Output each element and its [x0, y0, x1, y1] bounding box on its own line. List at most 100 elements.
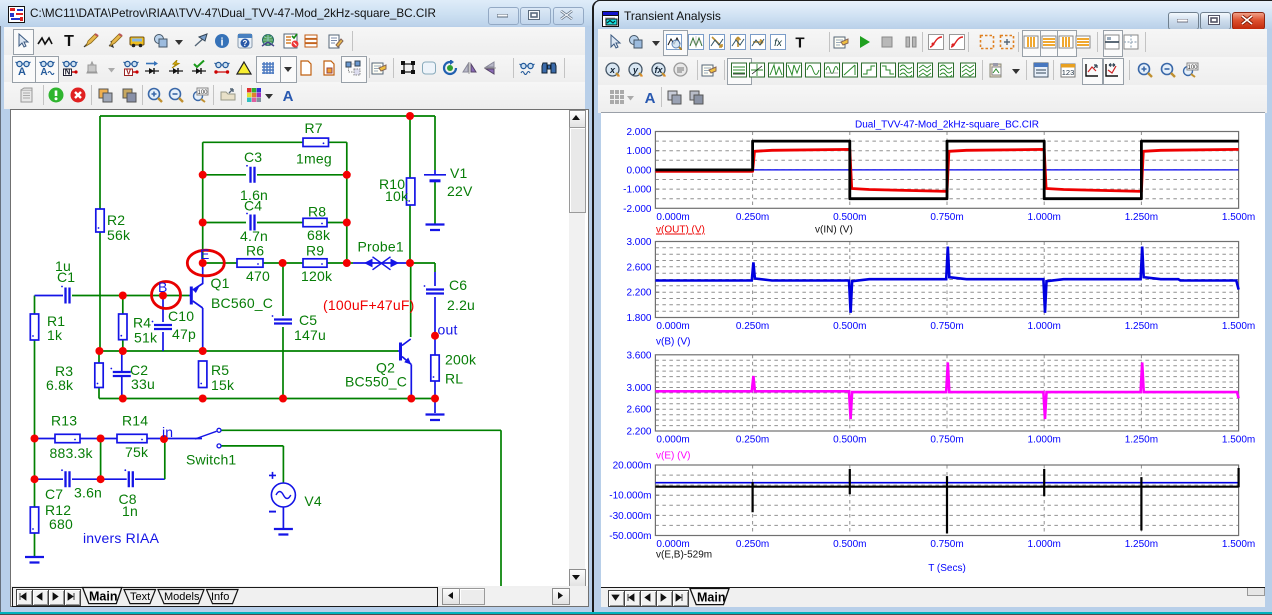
svg-text:V4: V4 [304, 493, 322, 509]
svg-text:120k: 120k [301, 268, 333, 284]
svg-text:1.250m: 1.250m [1125, 321, 1158, 332]
svg-text:Dual_TVV-47-Mod_2kHz-square_BC: Dual_TVV-47-Mod_2kHz-square_BC.CIR [855, 120, 1039, 131]
svg-text:1k: 1k [47, 327, 63, 343]
svg-text:20.000m: 20.000m [613, 461, 652, 472]
svg-text:1.250m: 1.250m [1125, 539, 1158, 550]
svg-text:Q1: Q1 [211, 275, 230, 291]
svg-text:883.3k: 883.3k [50, 445, 94, 461]
svg-text:1meg: 1meg [296, 151, 332, 167]
svg-text:Models: Models [164, 591, 200, 603]
svg-text:Info: Info [211, 591, 229, 603]
svg-text:R2: R2 [107, 212, 125, 228]
svg-text:-1.000: -1.000 [623, 185, 652, 196]
svg-text:0.000m: 0.000m [656, 321, 689, 332]
svg-text:(100uF+47uF): (100uF+47uF) [323, 297, 415, 313]
svg-text:A: A [40, 67, 47, 76]
svg-text:v(B) (V): v(B) (V) [656, 337, 690, 348]
svg-text:T: T [795, 35, 804, 51]
svg-text:V1: V1 [450, 165, 468, 181]
svg-text:R7: R7 [305, 120, 323, 136]
svg-text:BC550_C: BC550_C [345, 374, 407, 390]
svg-text:v(OUT) (V): v(OUT) (V) [656, 225, 705, 236]
svg-text:T (Secs): T (Secs) [928, 563, 966, 574]
svg-text:C6: C6 [449, 277, 467, 293]
svg-text:1n: 1n [122, 503, 138, 519]
svg-text:1.250m: 1.250m [1125, 212, 1158, 223]
svg-text:T: T [64, 33, 74, 49]
svg-text:75k: 75k [125, 444, 149, 460]
svg-text:Switch1: Switch1 [186, 452, 236, 468]
svg-text:1.000m: 1.000m [1028, 321, 1061, 332]
svg-text:22V: 22V [447, 183, 473, 199]
svg-text:1.800: 1.800 [626, 313, 651, 324]
svg-text:6.8k: 6.8k [46, 377, 74, 393]
svg-text:Main: Main [697, 591, 725, 605]
svg-text:R14: R14 [122, 413, 148, 429]
svg-text:1.000m: 1.000m [1028, 539, 1061, 550]
svg-text:A: A [18, 66, 26, 76]
svg-text:v(E) (V): v(E) (V) [656, 451, 690, 462]
svg-text:C10: C10 [168, 308, 194, 324]
svg-text:1.500m: 1.500m [1222, 212, 1255, 223]
svg-text:3.6n: 3.6n [74, 484, 102, 500]
svg-text:56k: 56k [107, 227, 131, 243]
svg-text:15k: 15k [211, 377, 235, 393]
svg-text:out: out [438, 322, 458, 338]
svg-text:680: 680 [49, 516, 73, 532]
svg-text:0.500m: 0.500m [833, 321, 866, 332]
svg-text:470: 470 [246, 268, 270, 284]
svg-text:V: V [126, 68, 132, 77]
svg-text:0.250m: 0.250m [736, 435, 769, 446]
svg-text:-50.000m: -50.000m [609, 531, 651, 542]
svg-text:2.000: 2.000 [626, 127, 651, 138]
svg-text:BC560_C: BC560_C [211, 295, 273, 311]
svg-text:2.600: 2.600 [626, 262, 651, 273]
svg-text:2.200: 2.200 [626, 288, 651, 299]
svg-text:147u: 147u [294, 327, 326, 343]
svg-text:A: A [645, 90, 656, 105]
svg-text:0.500m: 0.500m [833, 539, 866, 550]
svg-text:100: 100 [197, 90, 208, 96]
svg-text:v(E,B)-529m: v(E,B)-529m [656, 550, 712, 561]
svg-text:0.500m: 0.500m [833, 435, 866, 446]
svg-text:C5: C5 [299, 312, 317, 328]
svg-text:-2.000: -2.000 [623, 204, 652, 215]
svg-text:RL: RL [445, 371, 463, 387]
svg-text:2.2u: 2.2u [447, 297, 475, 313]
svg-text:Main: Main [89, 590, 117, 604]
svg-text:1.500m: 1.500m [1222, 435, 1255, 446]
svg-text:0.250m: 0.250m [736, 212, 769, 223]
svg-text:100: 100 [1187, 65, 1198, 71]
svg-text:y: y [631, 65, 638, 75]
svg-text:0.250m: 0.250m [736, 321, 769, 332]
svg-text:0.500m: 0.500m [833, 212, 866, 223]
svg-text:3.000: 3.000 [626, 237, 651, 248]
svg-text:1.500m: 1.500m [1222, 321, 1255, 332]
svg-text:3.000: 3.000 [626, 383, 651, 394]
svg-text:1.000m: 1.000m [1028, 435, 1061, 446]
svg-text:47p: 47p [172, 326, 196, 342]
svg-text:0.000m: 0.000m [656, 539, 689, 550]
svg-text:33u: 33u [131, 376, 155, 392]
svg-text:fx: fx [774, 38, 783, 49]
svg-text:C4: C4 [244, 198, 262, 214]
svg-text:Probe1: Probe1 [358, 239, 404, 255]
svg-text:R13: R13 [51, 413, 77, 429]
svg-text:51k: 51k [134, 330, 158, 346]
svg-text:?: ? [243, 39, 248, 48]
svg-text:0.750m: 0.750m [930, 212, 963, 223]
svg-text:R4: R4 [133, 315, 151, 331]
svg-text:E: E [200, 246, 210, 262]
svg-text:0.750m: 0.750m [930, 539, 963, 550]
svg-text:1.250m: 1.250m [1125, 435, 1158, 446]
svg-text:123: 123 [1061, 68, 1074, 77]
svg-text:0.000m: 0.000m [656, 212, 689, 223]
svg-text:2.600: 2.600 [626, 405, 651, 416]
svg-text:N: N [65, 68, 71, 77]
svg-text:0.750m: 0.750m [930, 321, 963, 332]
svg-text:1.500m: 1.500m [1222, 539, 1255, 550]
svg-text:200k: 200k [445, 352, 477, 368]
svg-text:68k: 68k [307, 227, 331, 243]
svg-text:in: in [162, 424, 173, 440]
svg-text:x: x [609, 65, 616, 75]
